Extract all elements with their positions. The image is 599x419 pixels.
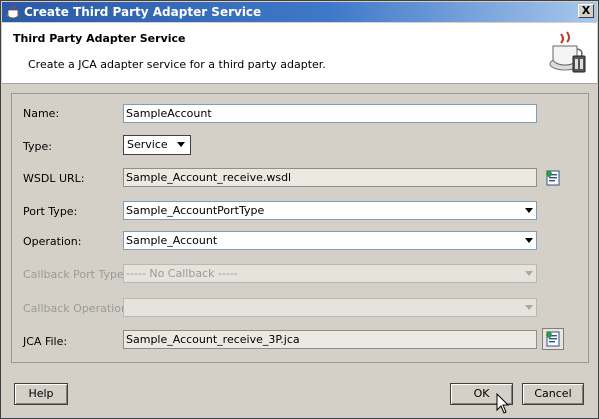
type-select[interactable]: Service <box>123 135 191 155</box>
mouse-pointer-icon <box>496 393 510 414</box>
operation-label: Operation: <box>23 235 82 248</box>
browse-jca-icon <box>546 331 560 347</box>
callback-port-type-label: Callback Port Type: <box>23 268 128 281</box>
wizard-header: Third Party Adapter Service Create a JCA… <box>2 23 597 84</box>
port-type-select[interactable]: Sample_AccountPortType <box>123 201 537 220</box>
chevron-down-icon <box>525 271 533 276</box>
form-panel <box>11 93 589 363</box>
port-type-value: Sample_AccountPortType <box>126 204 265 217</box>
chevron-down-icon <box>525 238 533 243</box>
browse-wsdl-icon[interactable] <box>544 169 562 187</box>
operation-value: Sample_Account <box>126 234 218 247</box>
jca-file-label: JCA File: <box>23 335 68 348</box>
operation-select[interactable]: Sample_Account <box>123 231 537 250</box>
chevron-down-icon <box>525 305 533 310</box>
coffee-cup-icon <box>6 5 20 19</box>
type-select-value: Service <box>127 138 168 151</box>
type-label: Type: <box>23 140 52 153</box>
browse-jca-button[interactable] <box>542 328 564 350</box>
close-button[interactable]: X <box>578 4 594 18</box>
callback-operation-label: Callback Operation: <box>23 302 132 315</box>
callback-operation-select[interactable] <box>123 298 537 317</box>
cancel-button[interactable]: Cancel <box>522 383 584 405</box>
window-title: Create Third Party Adapter Service <box>24 5 262 19</box>
wsdl-url-label: WSDL URL: <box>23 172 85 185</box>
wsdl-url-field[interactable]: Sample_Account_receive.wsdl <box>123 168 537 187</box>
callback-port-type-select[interactable]: ----- No Callback ----- <box>123 264 537 283</box>
name-label: Name: <box>23 107 60 120</box>
help-button[interactable]: Help <box>14 383 68 405</box>
wsdl-url-value: Sample_Account_receive.wsdl <box>126 171 292 184</box>
jca-file-value: Sample_Account_receive_3P.jca <box>126 333 300 346</box>
close-icon: X <box>581 4 591 17</box>
coffee-cup-adapter-icon <box>549 31 586 73</box>
jca-file-field[interactable]: Sample_Account_receive_3P.jca <box>123 330 537 349</box>
callback-port-type-value: ----- No Callback ----- <box>126 267 238 280</box>
chevron-down-icon <box>177 142 185 147</box>
chevron-down-icon <box>525 208 533 213</box>
header-description: Create a JCA adapter service for a third… <box>28 58 326 71</box>
dialog-window: Create Third Party Adapter Service X Thi… <box>0 0 599 419</box>
name-input[interactable]: SampleAccount <box>123 104 537 123</box>
name-input-value: SampleAccount <box>126 107 212 120</box>
title-bar[interactable]: Create Third Party Adapter Service X <box>2 2 597 22</box>
port-type-label: Port Type: <box>23 205 78 218</box>
header-title: Third Party Adapter Service <box>13 32 186 45</box>
